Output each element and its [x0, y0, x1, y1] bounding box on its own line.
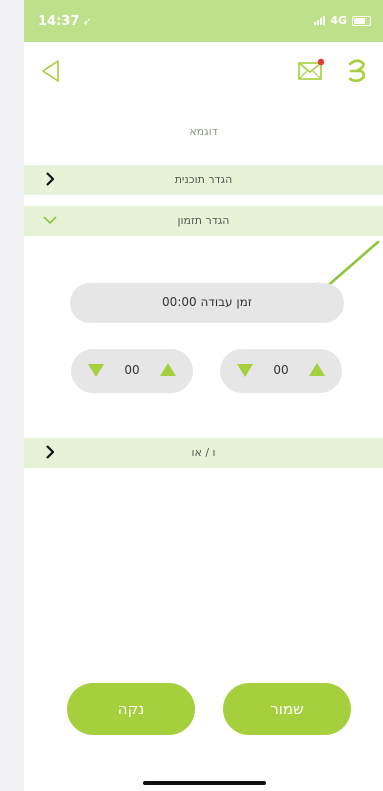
home-indicator[interactable] [143, 781, 266, 785]
section-schedule-row[interactable]: הגדר תזמון [24, 206, 383, 236]
mail-icon[interactable] [297, 58, 327, 82]
back-triangle-icon[interactable] [40, 58, 62, 84]
section-and-or-row[interactable]: ו / או [24, 438, 383, 468]
work-time-text: זמן עבודה 00:00 [162, 295, 252, 309]
location-arrow-icon: ➶ [82, 15, 92, 28]
clear-button[interactable]: נקה [67, 683, 195, 735]
decrement-triangle-icon[interactable] [87, 362, 105, 378]
section-program-row[interactable]: הגדר תוכנית [24, 165, 383, 195]
work-time-display[interactable]: זמן עבודה 00:00 [70, 283, 344, 323]
time-spinner-left: 00 [71, 349, 193, 393]
section-program-label: הגדר תוכנית [174, 173, 233, 186]
spinner-value: 00 [273, 363, 289, 377]
phone-screen: 14:37➶ 4G דוגמא הגדר תוכנית הגדר תזמון [24, 0, 383, 791]
time-spinner-right: 00 [220, 349, 342, 393]
decrement-triangle-icon[interactable] [236, 362, 254, 378]
page-title: דוגמא [189, 125, 218, 138]
section-schedule-label: הגדר תזמון [177, 214, 230, 227]
clock: 14:37 [38, 14, 80, 29]
menu-icon[interactable] [345, 56, 369, 86]
section-and-or-label: ו / או [191, 446, 216, 459]
status-indicators: 4G [314, 14, 371, 27]
battery-icon [352, 15, 371, 26]
signal-icon [314, 16, 326, 25]
spinner-value: 00 [124, 363, 140, 377]
increment-triangle-icon[interactable] [308, 362, 326, 378]
status-bar: 14:37 ➶ 4G [24, 0, 383, 42]
network-type: 4G [330, 14, 347, 27]
increment-triangle-icon[interactable] [159, 362, 177, 378]
status-time: 14:37 ➶ [38, 14, 92, 29]
save-button[interactable]: שמור [223, 683, 351, 735]
